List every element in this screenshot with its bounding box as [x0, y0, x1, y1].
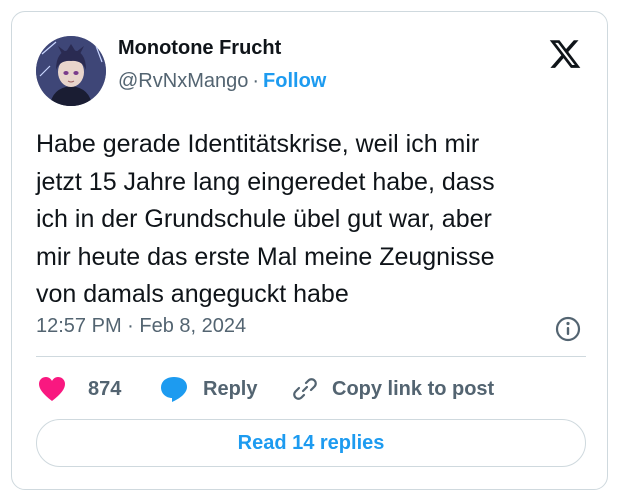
x-logo-icon[interactable]	[548, 37, 582, 71]
handle-row: @RvNxMango · Follow	[118, 70, 326, 93]
reply-button[interactable]: Reply	[159, 374, 257, 404]
copy-link-label: Copy link to post	[332, 377, 495, 400]
read-replies-label: Read 14 replies	[237, 431, 385, 454]
info-icon[interactable]	[553, 314, 583, 344]
display-name[interactable]: Monotone Frucht	[118, 37, 281, 60]
reply-label: Reply	[203, 377, 258, 400]
tweet-timestamp[interactable]: 12:57 PM · Feb 8, 2024	[36, 315, 246, 338]
avatar-image	[36, 36, 106, 106]
like-button[interactable]: 874	[38, 374, 121, 404]
read-replies-button[interactable]: Read 14 replies	[36, 419, 586, 467]
follow-button[interactable]: Follow	[263, 70, 326, 92]
user-handle[interactable]: @RvNxMango	[118, 70, 248, 92]
tweet-text: Habe gerade Identitätskrise, weil ich mi…	[36, 130, 495, 308]
copy-link-button[interactable]: Copy link to post	[290, 374, 494, 404]
heart-icon	[38, 376, 66, 402]
handle-separator: ·	[252, 70, 260, 92]
avatar[interactable]	[36, 36, 106, 106]
divider	[36, 356, 586, 357]
link-icon	[290, 374, 320, 404]
tweet-card: Monotone Frucht @RvNxMango · Follow Habe g…	[11, 11, 608, 490]
speech-bubble-icon	[159, 375, 189, 403]
like-count: 874	[88, 377, 122, 400]
